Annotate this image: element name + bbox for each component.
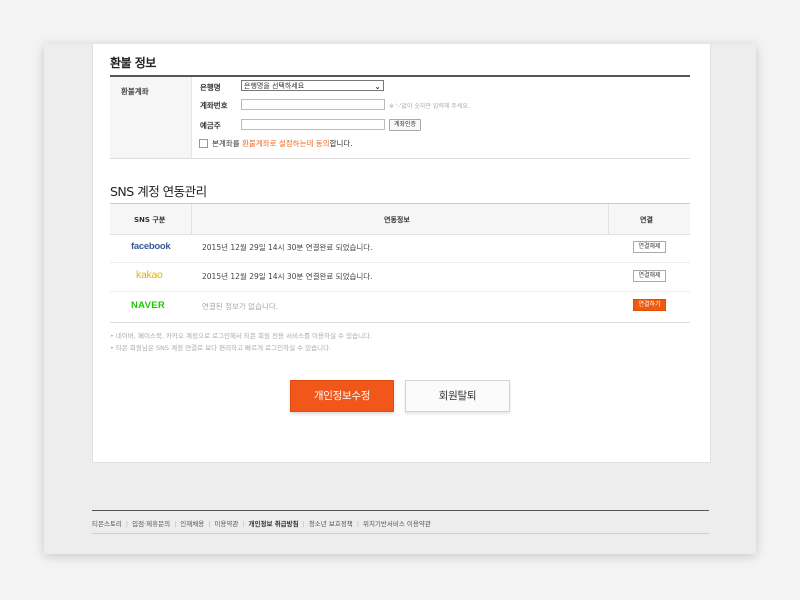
th-link-info: 연동정보 <box>384 216 410 224</box>
withdraw-button[interactable]: 회원탈퇴 <box>405 380 510 412</box>
footer-link-location-terms[interactable]: 위치기반서비스 이용약관 <box>363 520 431 528</box>
facebook-logo: facebook <box>131 241 171 252</box>
footer-divider <box>92 510 709 511</box>
edit-profile-button[interactable]: 개인정보수정 <box>290 380 394 412</box>
agree-prefix: 본계좌를 <box>212 139 242 148</box>
agree-text: 본계좌를 환불계좌로 설정하는데 동의합니다. <box>212 138 353 149</box>
sns-note: • 네이버, 페이스북, 카카오 계정으로 로그인해서 티몬 회원 전용 서비스… <box>110 332 373 340</box>
kakao-link-info: 2015년 12월 29일 14시 30분 연결완료 되었습니다. <box>202 272 373 281</box>
agree-suffix: 합니다. <box>329 139 353 148</box>
sns-table-header: SNS 구분 연동정보 연결 <box>110 204 690 235</box>
bank-select-value: 은행명을 선택하세요 <box>244 82 305 90</box>
footer-link-story[interactable]: 티몬스토리 <box>92 520 122 528</box>
footer-link-terms[interactable]: 이용약관 <box>214 520 238 528</box>
th-sns-type: SNS 구분 <box>134 216 166 224</box>
facebook-disconnect-button[interactable]: 연결해제 <box>633 241 666 253</box>
account-number-input[interactable] <box>241 99 385 110</box>
footer-link-partnership[interactable]: 입점·제휴문의 <box>132 520 170 528</box>
agree-highlight: 환불계좌로 설정하는데 동의 <box>241 139 330 148</box>
holder-input[interactable] <box>241 119 385 130</box>
divider <box>191 204 192 234</box>
account-number-hint: ※ '-'없이 숫자만 입력해 주세요. <box>389 103 470 110</box>
chevron-down-icon: ⌄ <box>374 82 381 91</box>
bank-label: 은행명 <box>200 83 221 92</box>
divider <box>110 262 690 263</box>
naver-logo: NAVER <box>131 300 166 311</box>
agree-checkbox[interactable] <box>199 139 208 148</box>
refund-account-label: 환불계좌 <box>121 87 149 96</box>
sns-note: • 티몬 회원님은 SNS 계정 연결로 보다 편리하고 빠르게 로그인하실 수… <box>110 344 332 352</box>
refund-account-header: 환불계좌 <box>110 77 192 158</box>
th-connect: 연결 <box>640 216 653 224</box>
refund-section-title: 환불 정보 <box>110 56 156 70</box>
kakao-logo: kakao <box>136 269 163 281</box>
naver-link-info: 연결된 정보가 없습니다. <box>202 302 279 311</box>
sns-table: SNS 구분 연동정보 연결 <box>110 203 690 323</box>
footer-link-privacy[interactable]: 개인정보 취급방침 <box>249 520 299 528</box>
footer-links: 티몬스토리 | 입점·제휴문의 | 인재채용 | 이용약관 | 개인정보 취급방침 | 청소년 보호… <box>92 520 431 528</box>
sns-section-title: SNS 계정 연동관리 <box>110 184 207 199</box>
account-number-label: 계좌번호 <box>200 101 228 110</box>
verify-account-button[interactable]: 계좌인증 <box>389 119 421 131</box>
footer-link-youth[interactable]: 청소년 보호정책 <box>309 520 353 528</box>
divider <box>608 204 609 234</box>
footer-divider <box>92 533 709 534</box>
divider <box>110 291 690 292</box>
naver-connect-button[interactable]: 연결하기 <box>633 299 666 311</box>
refund-form: 환불계좌 <box>110 75 690 159</box>
footer-link-careers[interactable]: 인재채용 <box>180 520 204 528</box>
holder-label: 예금주 <box>200 121 221 130</box>
bank-select[interactable]: 은행명을 선택하세요 ⌄ <box>241 80 384 91</box>
facebook-link-info: 2015년 12월 29일 14시 30분 연결완료 되었습니다. <box>202 243 373 252</box>
kakao-disconnect-button[interactable]: 연결해제 <box>633 270 666 282</box>
